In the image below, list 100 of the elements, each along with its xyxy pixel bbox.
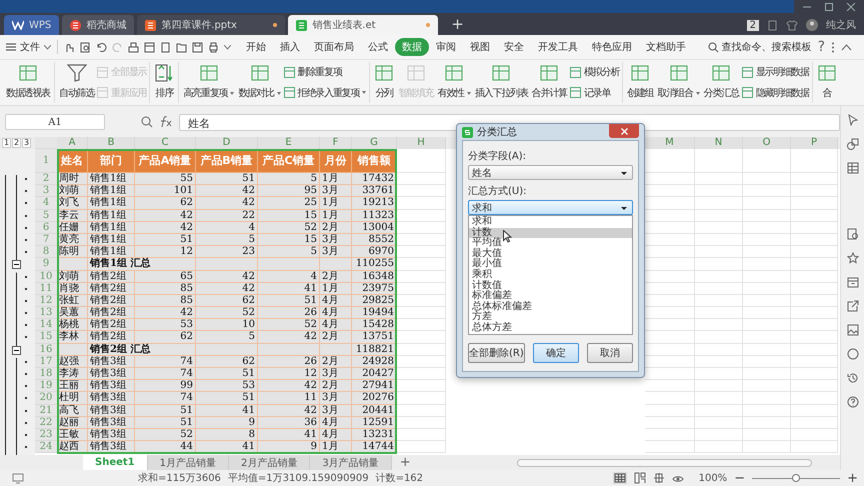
ribbon-button[interactable]: 数据对比	[237, 62, 282, 103]
ribbon-button[interactable]: 数据透视表	[5, 62, 52, 103]
zoom-in-button[interactable]: +	[847, 470, 858, 486]
outline-level-button[interactable]: 3	[22, 138, 31, 148]
ribbon-button[interactable]: 删除重复项	[284, 65, 366, 80]
folder-icon[interactable]	[176, 42, 187, 52]
calendar-icon[interactable]	[144, 42, 155, 52]
name-box[interactable]: A1	[5, 114, 105, 130]
printer-icon[interactable]	[208, 42, 219, 52]
outline-level-button[interactable]: 1	[2, 138, 11, 148]
ribbon-button[interactable]: 模拟分析	[570, 65, 620, 80]
page-layout-icon[interactable]	[652, 472, 665, 484]
add-sheet-button[interactable]: +	[392, 455, 419, 470]
cursor-icon[interactable]	[846, 114, 858, 126]
dropdown-option[interactable]: 平均值	[469, 238, 632, 249]
star-icon[interactable]	[846, 252, 858, 264]
more-icon[interactable]	[831, 42, 835, 52]
ribbon-tab[interactable]: 安全	[497, 38, 531, 56]
document-tab[interactable]: WPS	[4, 15, 60, 35]
horizontal-scrollbar[interactable]	[517, 458, 812, 466]
dropdown-option[interactable]: 总体标准偏差	[469, 302, 632, 312]
zoom-out-button[interactable]: −	[734, 470, 746, 486]
dropdown-option[interactable]: 最大值	[469, 248, 632, 260]
ribbon-tab[interactable]: 审阅	[429, 38, 463, 56]
undo-icon[interactable]	[96, 42, 107, 52]
ribbon-button[interactable]: 自动筛选	[58, 62, 96, 103]
function-icon[interactable]	[159, 116, 173, 128]
help-icon[interactable]	[846, 396, 858, 408]
method-dropdown[interactable]: 求和	[468, 200, 633, 215]
window-count-badge[interactable]: 2	[746, 20, 759, 30]
new-tab-button[interactable]: +	[441, 15, 474, 35]
sheet-tab[interactable]: 3月产品销量	[310, 455, 392, 470]
ribbon-button[interactable]: 显示明细数据	[742, 65, 809, 80]
ribbon-button[interactable]: 排序	[153, 62, 176, 103]
sheet-tab[interactable]: 1月产品销量	[148, 455, 229, 470]
command-search[interactable]: 查找命令、搜索模板	[708, 40, 812, 54]
dropdown-option[interactable]: 计数	[469, 228, 632, 238]
shirt-icon[interactable]	[786, 20, 798, 30]
close-icon[interactable]	[846, 3, 856, 11]
dialog-button[interactable]: 确定	[532, 342, 579, 363]
caret-icon[interactable]	[224, 44, 231, 50]
preview-icon[interactable]	[80, 42, 91, 52]
dialog-button[interactable]: 取消	[586, 342, 634, 363]
share-icon[interactable]	[846, 300, 858, 312]
document-icon[interactable]	[767, 20, 778, 30]
dropdown-option[interactable]: 标准偏差	[469, 291, 632, 302]
help-button[interactable]: ?	[818, 39, 825, 55]
field-dropdown[interactable]: 姓名	[468, 165, 633, 180]
maximize-icon[interactable]	[824, 3, 834, 11]
document-tab[interactable]: 销售业绩表.et	[288, 15, 438, 35]
ribbon-button[interactable]: 分列	[373, 62, 396, 103]
ribbon-button[interactable]: 取消组合	[656, 62, 701, 103]
ribbon-button[interactable]: 拒绝录入重复项	[284, 86, 366, 100]
ribbon-tab[interactable]: 公式	[361, 38, 395, 56]
ribbon-button[interactable]: 插入下拉列表	[474, 62, 529, 103]
new-file-icon[interactable]	[160, 42, 171, 52]
ribbon-tab[interactable]: 视图	[463, 38, 497, 56]
ribbon-button[interactable]: 合	[816, 62, 838, 103]
ribbon-button[interactable]: 创建组	[626, 62, 654, 103]
dropdown-option[interactable]: 最小值	[469, 259, 632, 270]
ribbon-button[interactable]: 记录单	[570, 86, 620, 100]
dropdown-option[interactable]: 总体方差	[469, 322, 632, 334]
file-menu[interactable]: 文件	[6, 40, 58, 54]
dropdown-option[interactable]: 方差	[469, 312, 632, 323]
table-icon[interactable]	[846, 162, 858, 174]
box-icon[interactable]	[846, 276, 858, 288]
ribbon-tab[interactable]: 文档助手	[639, 38, 693, 56]
dropdown-option[interactable]: 计数值	[469, 280, 632, 292]
user-name[interactable]: 纯之风	[826, 18, 856, 32]
normal-view-icon[interactable]	[612, 472, 627, 484]
ribbon-tab[interactable]: 特色应用	[585, 38, 639, 56]
hand-icon[interactable]	[64, 42, 75, 52]
image-icon[interactable]	[846, 324, 858, 336]
ribbon-tab[interactable]: 插入	[273, 38, 307, 56]
collapse-icon[interactable]	[12, 260, 21, 270]
collapse-icon[interactable]	[12, 346, 21, 355]
document-tab[interactable]: 稻壳商城	[62, 15, 134, 35]
slider-thumb[interactable]	[792, 474, 800, 482]
zoom-level[interactable]: 100%	[698, 472, 728, 484]
ribbon-tab[interactable]: 页面布局	[307, 38, 361, 56]
ribbon-tab[interactable]: 开始	[239, 38, 273, 56]
zoom-icon[interactable]	[141, 116, 153, 128]
monitor-icon[interactable]	[12, 472, 24, 484]
avatar-icon[interactable]	[806, 19, 818, 31]
dialog-button[interactable]: 全部删除(R)	[468, 342, 525, 363]
ribbon-button[interactable]: 隐藏明细数据	[742, 86, 809, 100]
history-icon[interactable]	[846, 372, 858, 384]
ribbon-button[interactable]: 分类汇总	[702, 62, 740, 103]
ribbon-button[interactable]: 有效性	[436, 62, 472, 103]
sheet-tab[interactable]: 2月产品销量	[229, 455, 310, 470]
page-break-icon[interactable]	[634, 472, 646, 484]
dropdown-option[interactable]: 乘积	[469, 270, 632, 281]
save-icon[interactable]	[192, 42, 203, 52]
shapes-icon[interactable]	[846, 138, 858, 150]
dropdown-option[interactable]: 求和	[469, 217, 632, 228]
ribbon-tab[interactable]: 开发工具	[531, 38, 585, 56]
document-tab[interactable]: 第四章课件.pptx	[137, 15, 286, 35]
gallery-icon[interactable]	[846, 228, 858, 240]
outline-level-button[interactable]: 2	[12, 138, 21, 148]
ribbon-button[interactable]: 合并计算	[530, 62, 568, 103]
